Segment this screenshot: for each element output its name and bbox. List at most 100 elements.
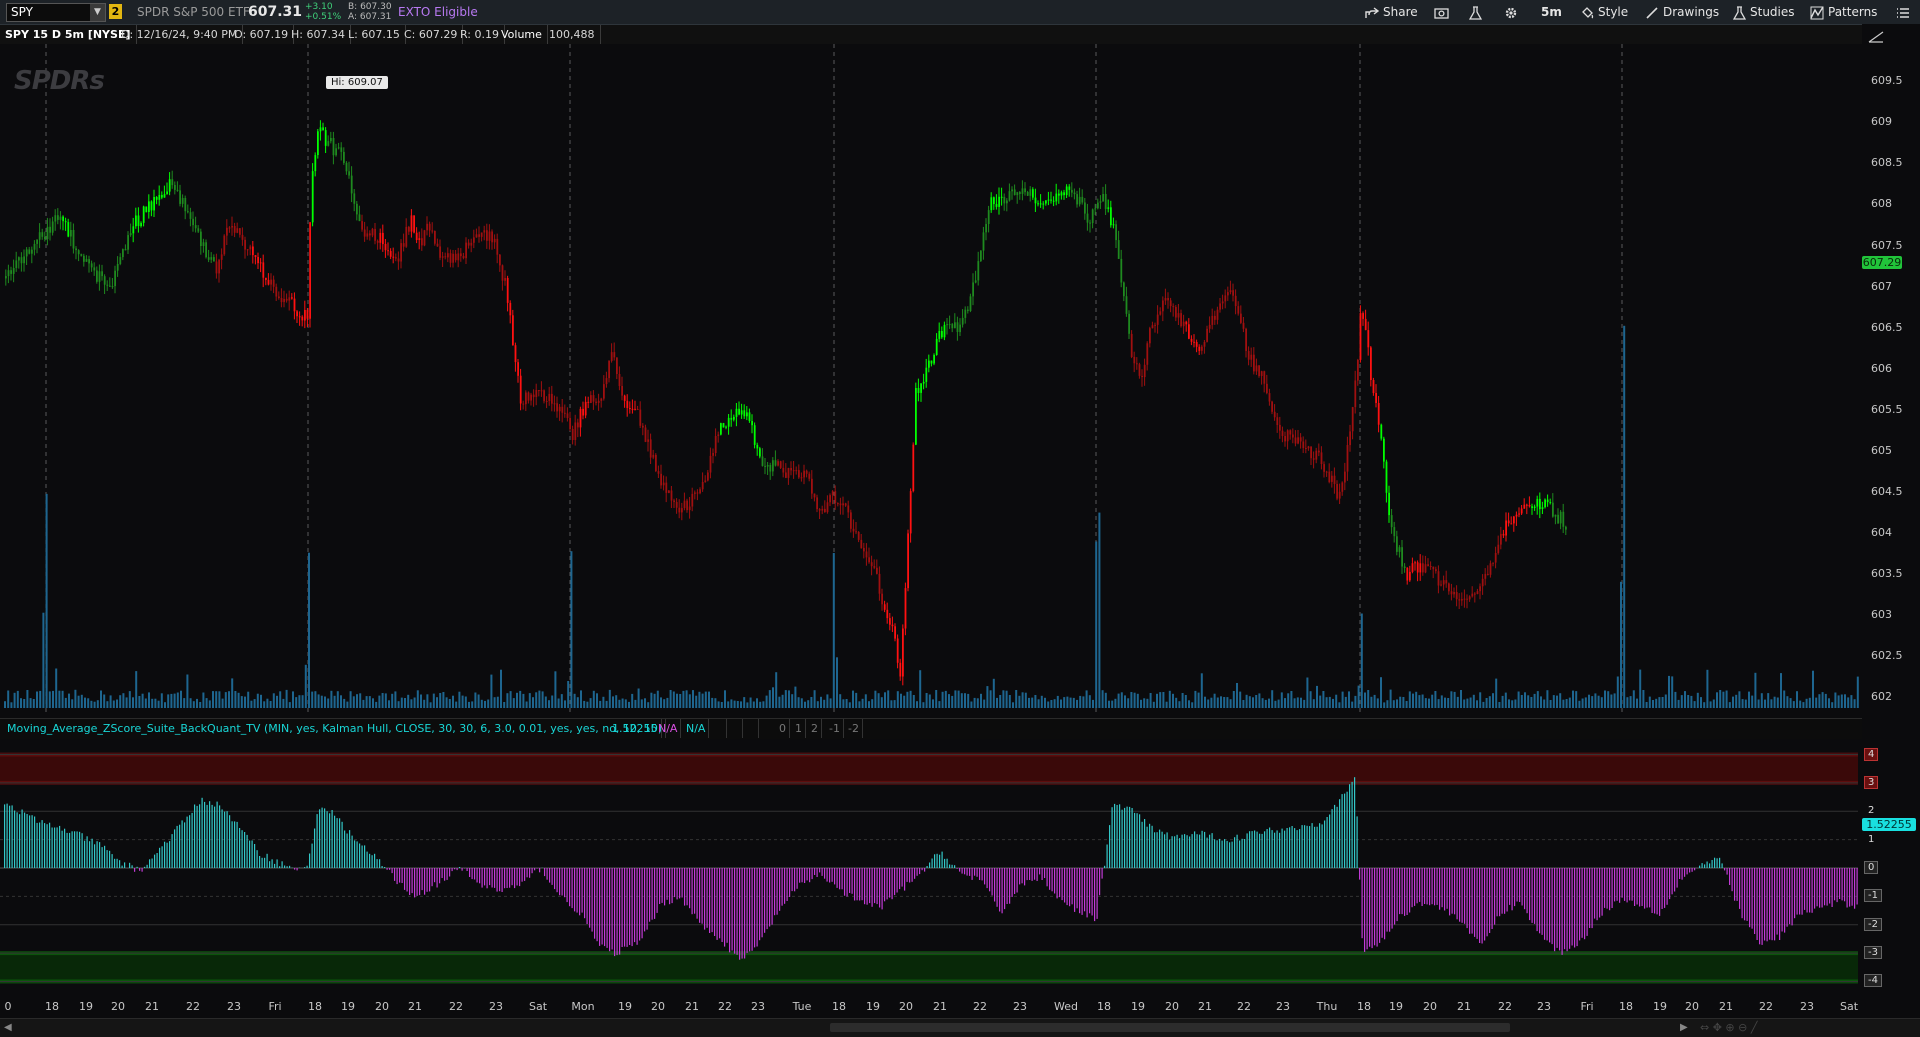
candle [1419,563,1421,572]
price-axis[interactable]: 609.5609608.5608607.5607606.5606605.5605… [1862,24,1920,1018]
candle [143,207,145,223]
candle [390,251,392,257]
zscore-bar [1557,868,1558,948]
zscore-bar [1367,868,1368,949]
volume-bar [612,696,614,708]
volume-bar [1374,695,1376,708]
candle [117,264,119,271]
zscore-bar [1269,828,1270,869]
candle [694,493,696,494]
volume-bar [1636,699,1638,708]
zscore-bar [1064,868,1065,903]
volume-bar [1486,698,1488,708]
zscore-bar [1024,868,1025,885]
time-axis[interactable]: 0181920212223Fri181920212223SatMon192021… [0,996,1862,1018]
menu-button[interactable] [1896,0,1914,24]
candle [1006,201,1008,204]
zoom-controls[interactable]: ⇔ ✥ ⊕ ⊖ ╱ [1700,1021,1757,1034]
link-badge[interactable]: 2 [109,4,122,19]
chevron-down-icon[interactable]: ▼ [90,4,105,21]
candle [171,179,173,185]
volume-bar [474,693,476,709]
candle [377,241,379,243]
volume-bar [1153,702,1155,708]
volume-bar [558,699,560,709]
candle [1308,447,1310,449]
zscore-bar [277,859,278,868]
zscore-bar [1602,868,1603,916]
zscore-bar [1497,868,1498,916]
scroll-left-arrow[interactable]: ◀ [4,1022,12,1033]
volume-bar [1482,702,1484,708]
candle [1253,355,1255,372]
candle [83,256,85,262]
volume-bar [986,686,988,708]
style-button[interactable]: Style [1580,0,1628,24]
volume-bar [1060,700,1062,709]
volume-bar [1342,692,1344,708]
volume-bar [1502,696,1504,708]
zscore-bar [787,868,788,901]
patterns-label: Patterns [1828,5,1877,19]
study-axis-label: 2 [1864,804,1878,817]
volume-bar [1255,695,1257,708]
study-title[interactable]: Moving_Average_ZScore_Suite_BackQuant_TV… [4,719,666,738]
volume-bar [1684,691,1686,708]
zscore-bar [382,866,383,868]
price-axis-label: 608.5 [1862,156,1920,169]
zscore-bar [1382,868,1383,938]
zscore-bar [1462,868,1463,923]
time-axis-label: Fri [268,1000,281,1013]
zscore-bar [377,859,378,868]
study-axis-label: -1 [1864,889,1882,902]
candle [70,230,72,237]
flask-button[interactable] [1469,0,1486,24]
candle [408,227,410,232]
candle [28,249,30,253]
studies-button[interactable]: Studies [1733,0,1795,24]
chart-scrollbar[interactable]: ◀ ▶ ⇔ ✥ ⊕ ⊖ ╱ [0,1018,1920,1037]
candle [530,395,532,401]
candle [320,127,322,131]
exto-eligible: EXTO Eligible [398,0,478,24]
zscore-bar [1459,868,1460,922]
share-button[interactable]: Share [1365,0,1418,24]
candle [1300,437,1302,441]
zscore-bar [1622,868,1623,898]
volume-bar [177,693,179,709]
volume-bar [1431,695,1433,708]
drawings-button[interactable]: Drawings [1645,0,1719,24]
zscore-bar [62,831,63,868]
time-axis-label: 23 [751,1000,765,1013]
aggregation-button[interactable]: 5m [1541,0,1562,24]
zscore-bar [407,868,408,892]
zscore-study-pane[interactable] [0,738,1862,996]
candle [1162,301,1164,312]
scroll-thumb[interactable] [830,1023,1510,1032]
zscore-bar [339,818,340,868]
zscore-study-svg[interactable] [0,738,1862,996]
volume-bar [862,699,864,708]
settings-button[interactable] [1504,0,1522,24]
price-axis-label: 602 [1862,690,1920,703]
zscore-bar [972,868,973,880]
scroll-right-arrow[interactable]: ▶ [1680,1022,1688,1033]
symbol-input[interactable]: SPY ▼ [6,3,106,22]
patterns-button[interactable]: Patterns [1810,0,1877,24]
candle [990,197,992,210]
volume-bar [1322,691,1324,708]
screenshot-button[interactable] [1434,0,1453,24]
candle [1323,464,1325,472]
price-chart-pane[interactable]: SPDRs Hi: 609.07 [0,44,1862,714]
zscore-bar [1264,831,1265,868]
candle [112,286,114,287]
candle [301,317,303,321]
zscore-bar [1542,868,1543,935]
price-chart-svg[interactable] [0,44,1862,714]
chart-expand-icon[interactable] [1868,28,1884,40]
zscore-bar [94,844,95,868]
time-axis-label: 21 [933,1000,947,1013]
volume-bar [1687,695,1689,708]
candle [780,461,782,468]
bar-low: L: 607.15 [343,25,406,44]
